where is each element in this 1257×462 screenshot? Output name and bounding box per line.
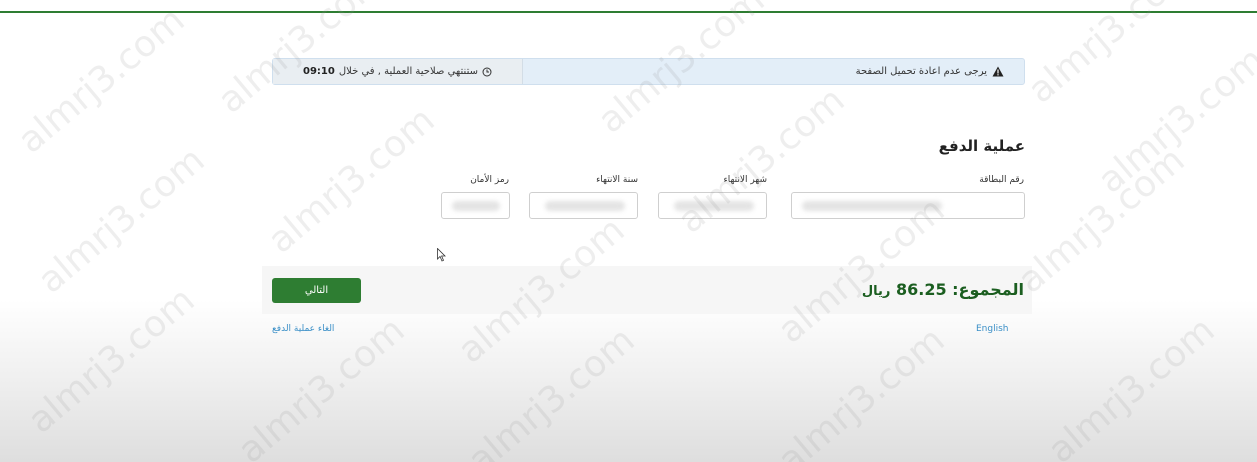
watermark: almrj3.com xyxy=(1040,309,1223,462)
card-number-input[interactable] xyxy=(791,192,1025,219)
expiry-year-input[interactable] xyxy=(529,192,638,219)
reload-warning: يرجى عدم اعادة تحميل الصفحة xyxy=(522,59,1024,84)
cancel-payment-link[interactable]: الغاء عملية الدفع xyxy=(272,324,334,334)
language-switch-link[interactable]: English xyxy=(976,324,1009,334)
watermark: almrj3.com xyxy=(1010,139,1193,302)
blurred-value xyxy=(545,201,625,211)
blurred-value xyxy=(452,201,500,211)
timer-value: 09:10 xyxy=(303,66,335,77)
session-banner: 09:10 ستنتهي صلاحية العملية , في خلال ير… xyxy=(272,58,1025,85)
next-button[interactable]: التالي xyxy=(272,278,361,303)
watermark: almrj3.com xyxy=(30,139,213,302)
warning-triangle-icon xyxy=(992,62,1004,81)
top-border-line xyxy=(0,11,1257,13)
watermark: almrj3.com xyxy=(1020,0,1203,112)
security-code-input[interactable] xyxy=(441,192,510,219)
watermark: almrj3.com xyxy=(770,319,953,462)
blurred-value xyxy=(802,201,942,211)
watermark: almrj3.com xyxy=(1090,39,1257,202)
total-value: 86.25 xyxy=(895,280,947,299)
total-label: المجموع: xyxy=(952,280,1024,299)
total-currency: ريال xyxy=(861,284,891,299)
watermark: almrj3.com xyxy=(20,279,203,442)
security-code-label: رمز الأمان xyxy=(470,175,509,185)
expiry-year-label: سنة الانتهاء xyxy=(596,175,638,185)
timer-text: ستنتهي صلاحية العملية , في خلال xyxy=(338,66,478,77)
warning-text: يرجى عدم اعادة تحميل الصفحة xyxy=(855,66,987,77)
mouse-cursor-icon xyxy=(437,248,446,262)
clock-icon xyxy=(482,62,492,81)
card-number-label: رقم البطاقة xyxy=(979,175,1024,185)
watermark: almrj3.com xyxy=(10,0,193,162)
total-amount: المجموع: 86.25 ريال xyxy=(862,280,1024,299)
watermark: almrj3.com xyxy=(260,99,443,262)
blurred-value xyxy=(674,201,754,211)
watermark: almrj3.com xyxy=(460,319,643,462)
session-timer: 09:10 ستنتهي صلاحية العملية , في خلال xyxy=(273,59,523,84)
expiry-month-input[interactable] xyxy=(658,192,767,219)
expiry-month-label: شهر الانتهاء xyxy=(723,175,768,185)
page-title: عملية الدفع xyxy=(938,137,1025,155)
